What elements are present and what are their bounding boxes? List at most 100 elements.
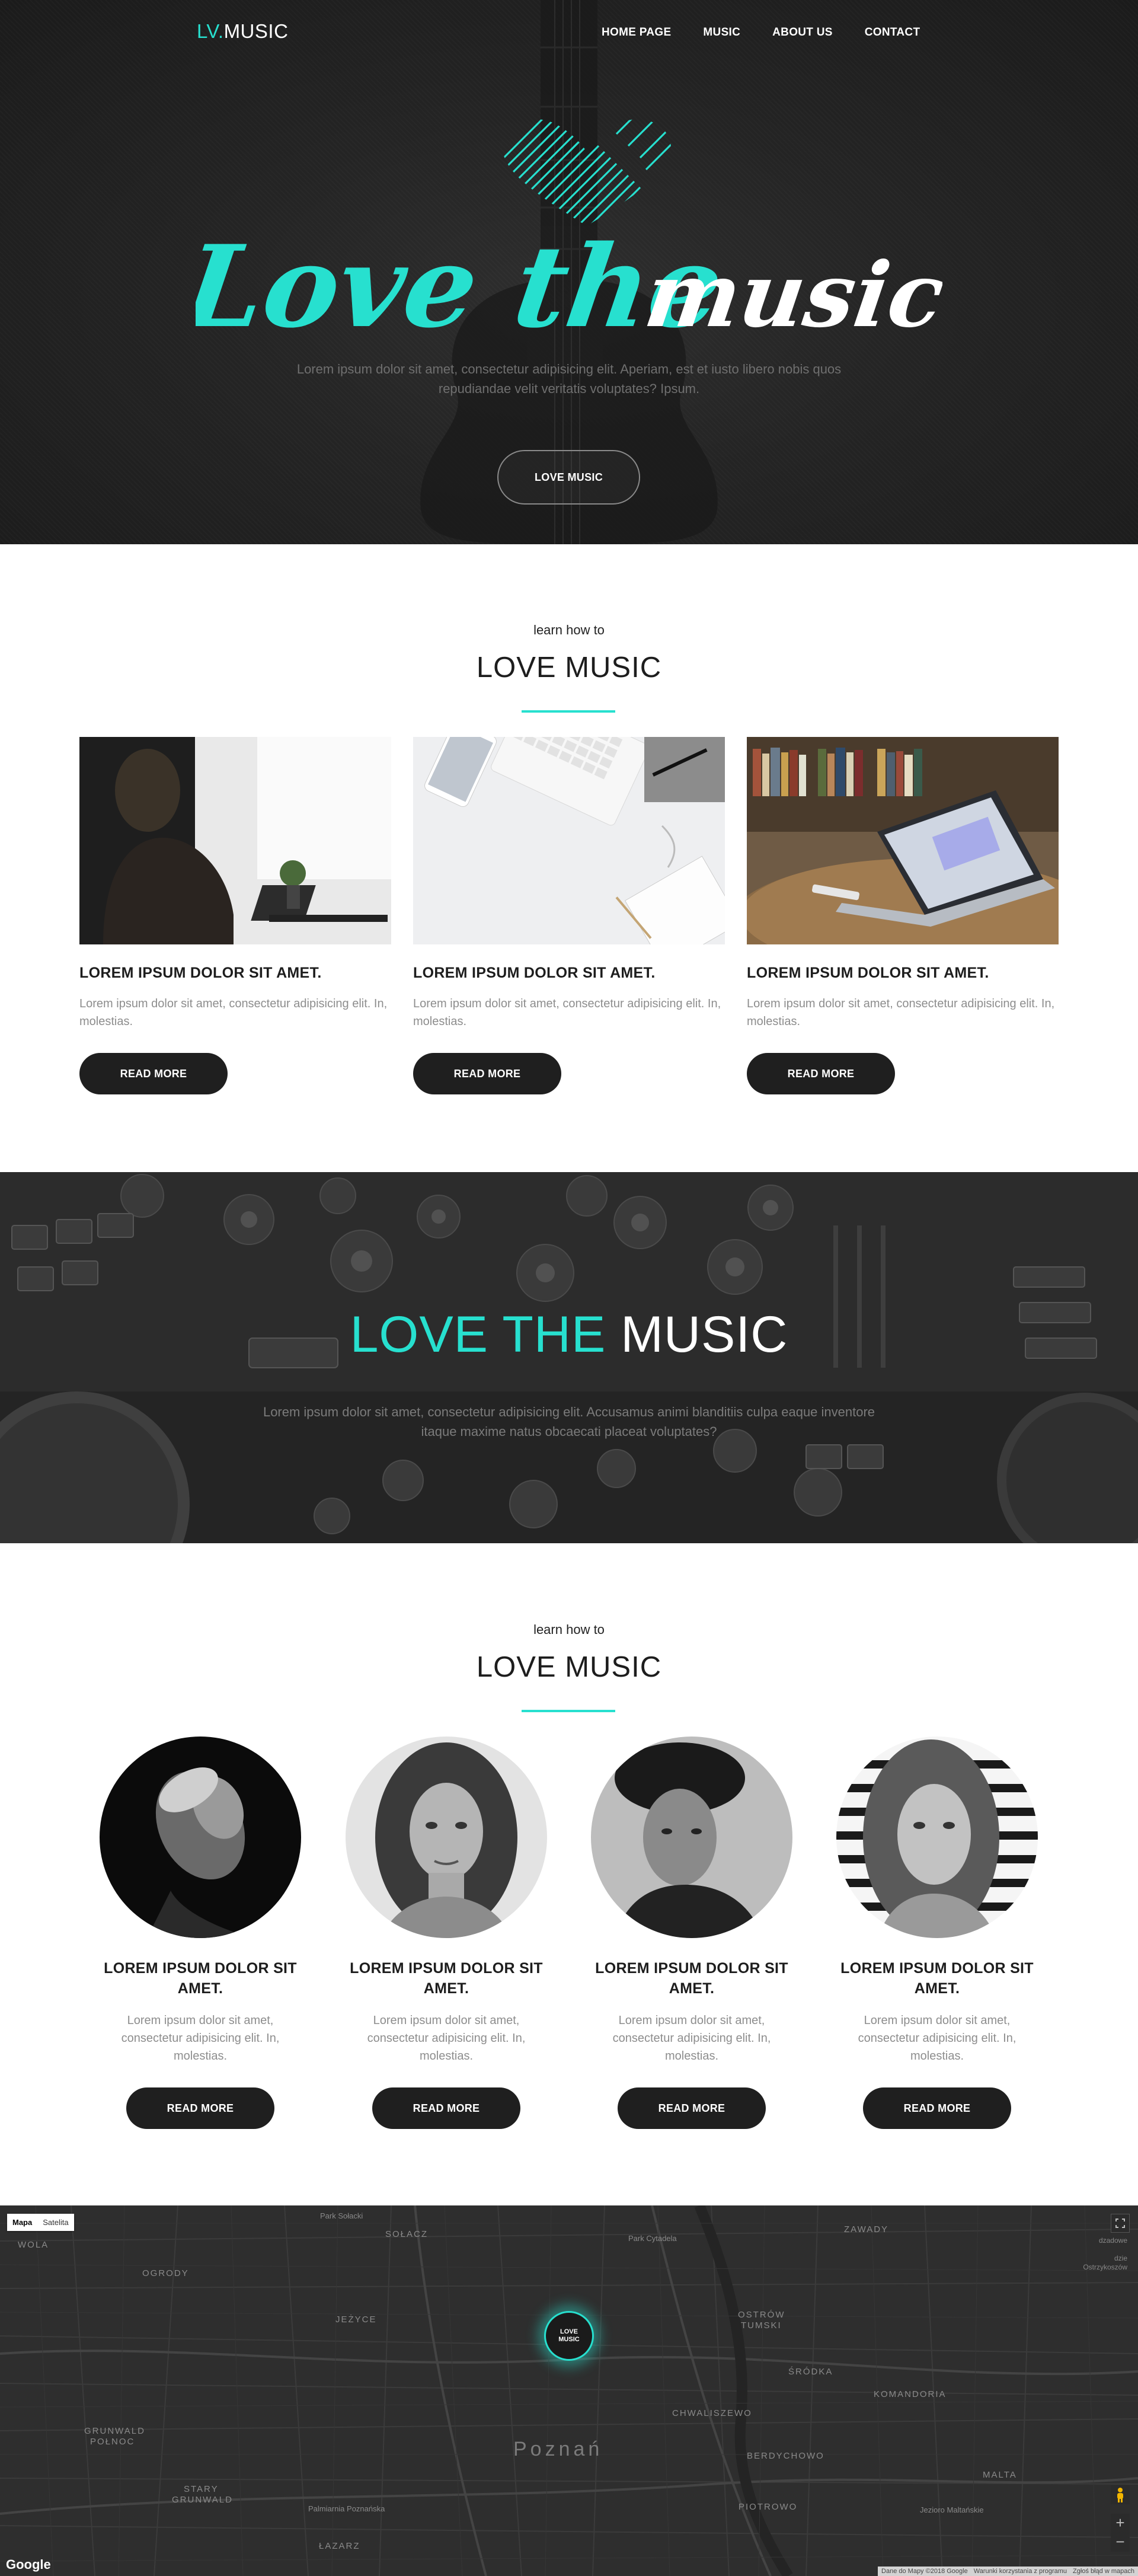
map-label-poznan: Poznań <box>513 2438 603 2460</box>
map-type-map-button[interactable]: Mapa <box>7 2214 37 2231</box>
map-label-park-cytadela: Park Cytadela <box>628 2234 677 2243</box>
map-attribution-terms[interactable]: Warunki korzystania z programu <box>974 2568 1067 2575</box>
section1-kicker: learn how to <box>533 623 605 637</box>
map-marker-line2: MUSIC <box>558 2336 580 2343</box>
banner-title-rest: MUSIC <box>621 1306 788 1363</box>
map-label-tumski: TUMSKI <box>741 2320 782 2331</box>
member-4-avatar <box>836 1737 1038 1938</box>
section1-divider <box>522 710 615 713</box>
logo-text: MUSIC <box>223 20 289 42</box>
card-3-read-more-button[interactable]: READ MORE <box>747 1053 895 1094</box>
card-2: LOREM IPSUM DOLOR SIT AMET. Lorem ipsum … <box>413 737 725 1094</box>
map-label-grunwald: GRUNWALD <box>84 2426 145 2436</box>
map-attribution-report[interactable]: Zgłoś błąd w mapach <box>1073 2568 1134 2575</box>
map-tiles <box>0 2205 1138 2576</box>
card-1-image <box>79 737 391 944</box>
map-label-komandoria: KOMANDORIA <box>874 2389 947 2399</box>
banner-title: LOVE THE MUSIC <box>0 1305 1138 1364</box>
heart-icon <box>502 119 672 226</box>
member-2: LOREM IPSUM DOLOR SIT AMET. Lorem ipsum … <box>346 1737 547 2129</box>
map-type-satellite-button[interactable]: Satelita <box>37 2214 73 2231</box>
map-attribution-data: Dane do Mapy ©2018 Google <box>881 2568 968 2575</box>
map-label-berdychowo: BERDYCHOWO <box>747 2451 824 2461</box>
member-3-read-more-button[interactable]: READ MORE <box>618 2087 766 2129</box>
card-2-text: Lorem ipsum dolor sit amet, consectetur … <box>413 997 721 1028</box>
main-nav: HOME PAGE MUSIC ABOUT US CONTACT <box>602 26 952 39</box>
card-1-read-more-button[interactable]: READ MORE <box>79 1053 228 1094</box>
map-label-palmiarnia: Palmiarnia Poznańska <box>308 2504 385 2513</box>
map-label-lazarz: ŁAZARZ <box>319 2541 360 2551</box>
card-3-image <box>747 737 1059 944</box>
zoom-control: + − <box>1111 2514 1130 2552</box>
map-label-chwaliszewo: CHWALISZEWO <box>672 2408 752 2418</box>
map-marker-line1: LOVE <box>560 2328 578 2335</box>
map-label-wola: WOLA <box>18 2240 49 2250</box>
map-label-jezyce: JEŻYCE <box>335 2315 377 2325</box>
member-1-avatar <box>100 1737 301 1938</box>
fullscreen-icon <box>1115 2219 1125 2228</box>
member-3: LOREM IPSUM DOLOR SIT AMET. Lorem ipsum … <box>591 1737 792 2129</box>
map-label-stary-grunwald: GRUNWALD <box>172 2495 233 2505</box>
nav-about[interactable]: ABOUT US <box>772 26 833 39</box>
map-label-solacz: SOŁACZ <box>385 2229 429 2239</box>
hero-description: Lorem ipsum dolor sit amet, consectetur … <box>296 362 842 396</box>
map-label-piotrowo: PIOTROWO <box>739 2502 798 2512</box>
card-2-image <box>413 737 725 944</box>
card-2-title: LOREM IPSUM DOLOR SIT AMET. <box>413 965 656 981</box>
map-label-malta: MALTA <box>983 2470 1017 2480</box>
banner-description: Lorem ipsum dolor sit amet, consectetur … <box>263 1404 875 1439</box>
card-3-title: LOREM IPSUM DOLOR SIT AMET. <box>747 965 989 981</box>
zoom-out-button[interactable]: − <box>1111 2533 1130 2552</box>
hero-section: LV.MUSIC HOME PAGE MUSIC ABOUT US CONTAC… <box>0 0 1138 544</box>
map-type-control: Mapa Satelita <box>7 2214 74 2231</box>
map-marker[interactable]: LOVE MUSIC <box>544 2311 594 2361</box>
member-1-read-more-button[interactable]: READ MORE <box>126 2087 274 2129</box>
map-label-jezioro: Jezioro Maltańskie <box>920 2505 984 2514</box>
fullscreen-button[interactable] <box>1111 2214 1130 2233</box>
member-2-read-more-button[interactable]: READ MORE <box>372 2087 520 2129</box>
card-3-text: Lorem ipsum dolor sit amet, consectetur … <box>747 997 1055 1028</box>
site-logo[interactable]: LV.MUSIC <box>197 20 288 43</box>
section1-title: LOVE MUSIC <box>476 652 662 684</box>
nav-contact[interactable]: CONTACT <box>865 26 920 39</box>
member-2-avatar <box>346 1737 547 1938</box>
card-1-title: LOREM IPSUM DOLOR SIT AMET. <box>79 965 322 981</box>
map-label-ostrow: OSTRÓW <box>738 2310 785 2320</box>
member-4-read-more-button[interactable]: READ MORE <box>863 2087 1011 2129</box>
member-3-avatar <box>591 1737 792 1938</box>
street-view-button[interactable] <box>1111 2485 1130 2504</box>
love-music-button[interactable]: LOVE MUSIC <box>497 450 640 505</box>
map-section[interactable]: WOLA SOŁACZ Park Sołacki OGRODY JEŻYCE P… <box>0 2205 1138 2576</box>
logo-accent: LV. <box>197 20 224 42</box>
member-1-title: LOREM IPSUM DOLOR SIT AMET. <box>104 1960 297 1997</box>
nav-music[interactable]: MUSIC <box>703 26 740 39</box>
member-2-title: LOREM IPSUM DOLOR SIT AMET. <box>350 1960 543 1997</box>
member-4-title: LOREM IPSUM DOLOR SIT AMET. <box>840 1960 1034 1997</box>
member-1-text: Lorem ipsum dolor sit amet, consectetur … <box>121 2014 280 2063</box>
hero-title-white: music <box>639 242 942 347</box>
map-label-polnoc: POŁNOC <box>90 2437 135 2447</box>
banner-title-accent: LOVE THE <box>350 1306 606 1363</box>
pegman-icon <box>1117 2488 1123 2502</box>
card-2-read-more-button[interactable]: READ MORE <box>413 1053 561 1094</box>
section2-kicker: learn how to <box>533 1622 605 1637</box>
card-3: LOREM IPSUM DOLOR SIT AMET. Lorem ipsum … <box>747 737 1059 1094</box>
google-logo: Google <box>6 2557 51 2572</box>
map-attribution: Dane do Mapy ©2018 Google Warunki korzys… <box>878 2567 1138 2576</box>
hero-script-title: Love the music <box>196 221 942 353</box>
member-1: LOREM IPSUM DOLOR SIT AMET. Lorem ipsum … <box>100 1737 301 2129</box>
member-4: LOREM IPSUM DOLOR SIT AMET. Lorem ipsum … <box>836 1737 1038 2129</box>
card-1: LOREM IPSUM DOLOR SIT AMET. Lorem ipsum … <box>79 737 391 1094</box>
map-label-stary: STARY <box>184 2484 219 2494</box>
zoom-in-button[interactable]: + <box>1111 2514 1130 2533</box>
card-1-text: Lorem ipsum dolor sit amet, consectetur … <box>79 997 388 1028</box>
member-3-text: Lorem ipsum dolor sit amet, consectetur … <box>612 2014 771 2063</box>
map-label-park-solacki: Park Sołacki <box>320 2211 363 2220</box>
section2-divider <box>522 1710 615 1712</box>
nav-home[interactable]: HOME PAGE <box>602 26 671 39</box>
map-label-srodka: ŚRÓDKA <box>788 2367 833 2377</box>
section2-title: LOVE MUSIC <box>476 1651 662 1683</box>
member-2-text: Lorem ipsum dolor sit amet, consectetur … <box>367 2014 526 2063</box>
member-3-title: LOREM IPSUM DOLOR SIT AMET. <box>595 1960 788 1997</box>
map-label-ogrody: OGRODY <box>142 2268 189 2278</box>
